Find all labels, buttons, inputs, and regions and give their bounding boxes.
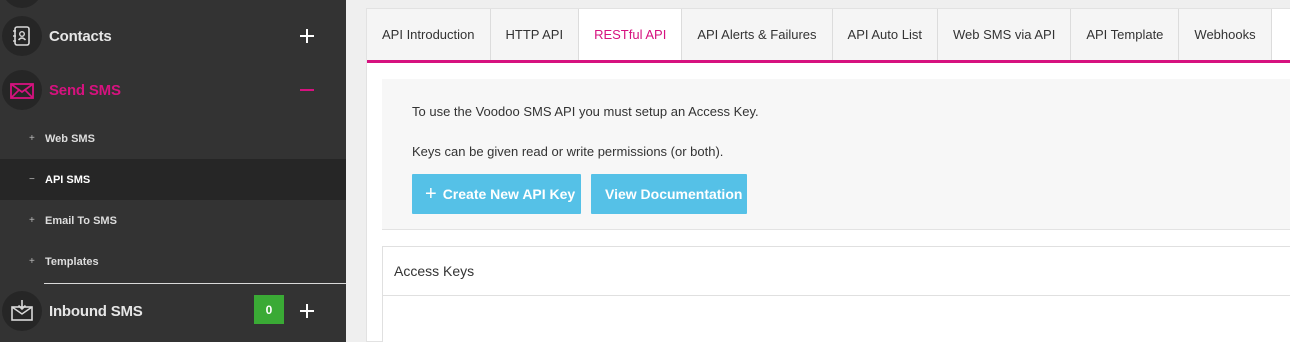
- tab-api-template[interactable]: API Template: [1071, 9, 1180, 60]
- button-label: View Documentation: [605, 186, 743, 202]
- envelope-icon: [2, 70, 42, 110]
- sidebar-subitem-templates[interactable]: + Templates: [0, 241, 346, 282]
- address-book-icon: [2, 16, 42, 56]
- tab-api-auto-list[interactable]: API Auto List: [832, 9, 938, 60]
- info-text: Keys can be given read or write permissi…: [412, 144, 724, 159]
- access-key-info-box: To use the Voodoo SMS API you must setup…: [382, 79, 1290, 230]
- tab-web-sms-via-api[interactable]: Web SMS via API: [937, 9, 1072, 60]
- plus-icon: +: [425, 183, 437, 205]
- expand-plus-icon[interactable]: [296, 300, 318, 322]
- sidebar-subitem-api-sms[interactable]: − API SMS: [0, 159, 346, 200]
- sidebar: Contacts Send SMS + Web SMS − API SMS + …: [0, 0, 346, 342]
- collapse-mark: −: [29, 174, 35, 185]
- active-tab-underline: [367, 60, 1290, 63]
- sidebar-subitem-web-sms[interactable]: + Web SMS: [0, 118, 346, 159]
- expand-mark: +: [29, 256, 35, 267]
- main-content: API Introduction HTTP API RESTful API AP…: [346, 0, 1290, 342]
- sidebar-item-label: Contacts: [49, 27, 112, 45]
- api-panel: API Introduction HTTP API RESTful API AP…: [366, 8, 1290, 342]
- expand-mark: +: [29, 215, 35, 226]
- sidebar-top-stub: [0, 0, 346, 8]
- sidebar-subitem-label: Templates: [45, 255, 99, 268]
- tab-api-alerts-failures[interactable]: API Alerts & Failures: [682, 9, 833, 60]
- sidebar-subitem-email-to-sms[interactable]: + Email To SMS: [0, 200, 346, 241]
- unread-count-badge: 0: [254, 295, 284, 324]
- button-label: Create New API Key: [442, 186, 576, 202]
- sidebar-item-label: Inbound SMS: [49, 302, 143, 320]
- tab-http-api[interactable]: HTTP API: [490, 9, 580, 60]
- inbox-download-icon: [2, 291, 42, 331]
- menu-icon-partial: [2, 0, 42, 8]
- expand-mark: +: [29, 133, 35, 144]
- sidebar-item-contacts[interactable]: Contacts: [0, 9, 346, 63]
- sidebar-item-inbound-sms[interactable]: Inbound SMS 0: [0, 284, 346, 338]
- sidebar-item-send-sms[interactable]: Send SMS: [0, 63, 346, 117]
- sidebar-subitem-label: API SMS: [45, 173, 91, 186]
- expand-plus-icon[interactable]: [296, 25, 318, 47]
- tab-restful-api[interactable]: RESTful API: [579, 9, 683, 60]
- tab-webhooks[interactable]: Webhooks: [1179, 9, 1272, 60]
- view-documentation-button[interactable]: View Documentation: [591, 174, 747, 214]
- info-text: To use the Voodoo SMS API you must setup…: [412, 104, 759, 119]
- access-keys-panel: Access Keys: [382, 246, 1290, 342]
- sidebar-subitem-label: Email To SMS: [45, 214, 117, 227]
- tab-api-introduction[interactable]: API Introduction: [367, 9, 491, 60]
- create-api-key-button[interactable]: + Create New API Key: [412, 174, 581, 214]
- sidebar-item-label: Send SMS: [49, 81, 121, 99]
- tab-bar: API Introduction HTTP API RESTful API AP…: [367, 9, 1272, 60]
- collapse-minus-icon[interactable]: [296, 79, 318, 101]
- sidebar-subitem-label: Web SMS: [45, 132, 95, 145]
- access-keys-title: Access Keys: [383, 247, 1290, 296]
